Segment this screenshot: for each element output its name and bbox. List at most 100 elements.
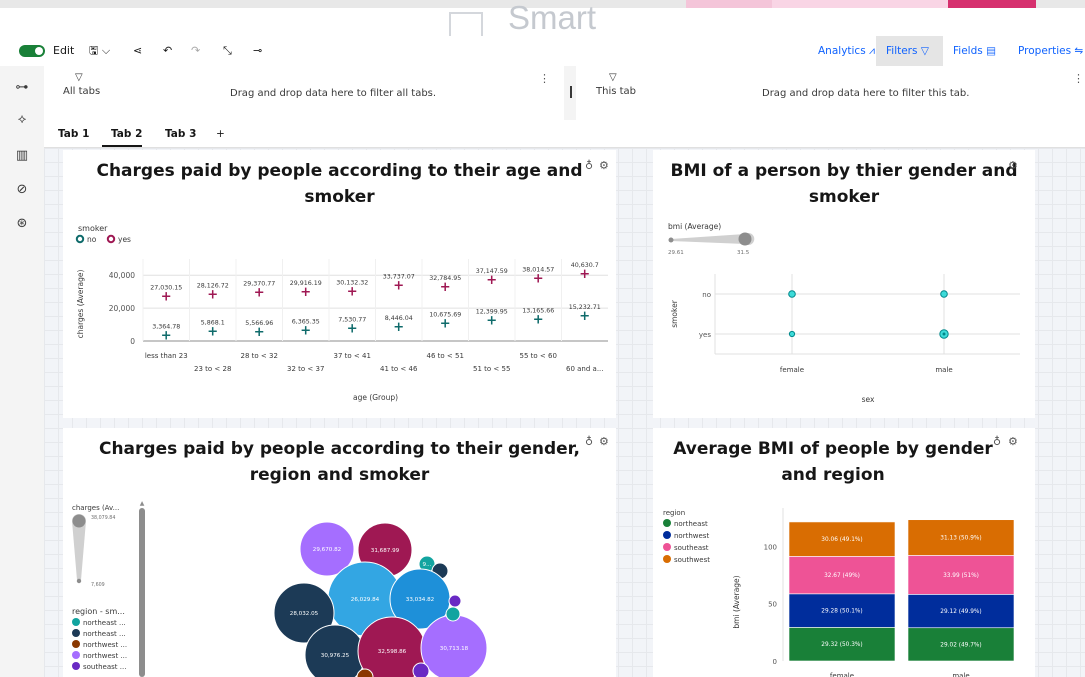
collapse-icon[interactable]: ⤡ [223,36,232,66]
data-point-no: + [254,325,265,340]
visualizations-icon[interactable]: ▥ [14,148,30,164]
bar-label-southeast: 33.99 (51%) [943,573,979,579]
x-tick-label: 37 to < 41 [334,352,371,360]
bubble-label: 28,032.05 [290,611,319,617]
data-point-yes: + [300,285,311,300]
left-sidebar: ⊶ ⟡ ▥ ⊘ ⊛ [0,66,44,677]
data-point-no: + [393,320,404,335]
y-axis-label: charges (Average) [76,270,85,339]
y-axis-label: smoker [670,299,679,327]
top-tab-2[interactable] [772,0,948,8]
redo-icon[interactable]: ↷ [191,36,200,66]
data-point-yes: + [207,288,218,303]
shapes-icon[interactable]: ⊛ [14,216,30,232]
bar-label-northwest: 29.28 (50.1%) [821,609,862,615]
data-tree-icon[interactable]: ⊶ [14,80,30,96]
analytics-icon: ⩘ [869,45,875,57]
filters-label: Filters [886,45,918,57]
bubble-label: 26,029.84 [351,597,380,603]
color-legend-title: region - sm... [72,607,125,616]
save-icon[interactable]: 🖫 ⌵ [89,36,110,66]
color-legend-label: southeast ... [83,663,126,671]
fields-label: Fields [953,45,983,57]
bubble-label: 33,034.82 [406,597,434,603]
y-tick-label: 40,000 [109,271,135,280]
edit-toggle[interactable] [19,45,45,57]
color-legend-label: northeast ... [83,619,126,627]
bubble-chart: charges (Av... 38,079.84 7,609 ▲ region - sm… [72,500,488,677]
bubble-label: 32,598.86 [378,649,407,655]
data-point-no: + [533,312,544,327]
tab-2[interactable]: Tab 2 [111,128,142,140]
insights-icon[interactable]: ⊘ [14,182,30,198]
this-tab-title: This tab [596,86,637,97]
filters-button[interactable]: Filters ▽ [886,36,929,66]
size-legend-min-label: 29.61 [668,250,684,256]
all-tabs-drop-hint: Drag and drop data here to filter all ta… [230,88,437,99]
legend-label-southeast: southeast [674,544,709,552]
color-legend-swatch [72,629,80,637]
y-tick-label: yes [699,331,711,339]
data-label-yes: 30,132.32 [336,279,368,286]
stacked-bar-chart: region northeast northwest southeast southwe… [663,508,1015,677]
tab-1[interactable]: Tab 1 [58,128,89,140]
scatter-point-center [942,332,946,336]
legend-label-southwest: southwest [674,556,710,564]
bubble [445,606,461,622]
legend-swatch-southwest [663,555,671,563]
top-tab-3[interactable] [948,0,1036,8]
add-tab-button[interactable]: + [216,128,225,140]
fields-button[interactable]: Fields ▤ [953,36,996,66]
data-point-no: + [579,309,590,324]
size-legend-min [668,237,674,243]
legend-swatch-no [75,234,85,244]
brand-logo-icon [449,12,483,36]
this-tab-filter-dropzone[interactable]: ▽ This tab Drag and drop data here to fi… [576,66,1085,120]
properties-icon: ⇋ [1074,45,1084,57]
properties-label: Properties [1018,45,1072,57]
pointer-icon[interactable]: ⊸ [253,36,262,66]
x-tick-label: female [830,672,854,677]
data-label-no: 15,232.71 [569,304,601,311]
x-tick-label: 28 to < 32 [241,352,278,360]
y-tick-label: no [702,291,711,299]
bar-label-southwest: 30.06 (49.1%) [821,537,862,543]
all-tabs-filter-dropzone[interactable]: ▽ All tabs Drag and drop data here to fi… [44,66,564,120]
x-tick-label: 60 and a... [566,365,604,373]
filter-icon: ▽ [75,72,83,83]
y-axis-label: bmi (Average) [732,575,741,628]
analytics-label: Analytics [818,45,866,57]
bubble-label: 31,687.99 [371,548,400,554]
resize-handle[interactable] [570,86,572,98]
x-tick-label: less than 23 [145,352,188,360]
chart-card-bmi-region[interactable]: Average BMI of people by gender and regi… [653,428,1035,677]
top-tab-1[interactable] [686,0,772,8]
brand-word: Smart [508,0,597,36]
chart-card-age-smoker[interactable]: Charges paid by people according to thei… [63,150,616,418]
legend-swatch-southeast [663,543,671,551]
x-tick-label: 51 to < 55 [473,365,510,373]
tab-3[interactable]: Tab 3 [165,128,196,140]
data-point-yes: + [440,280,451,295]
data-label-yes: 29,370.77 [243,281,275,288]
data-label-no: 5,566.96 [245,320,273,327]
legend-swatch-yes [106,234,116,244]
bar-label-southwest: 31.13 (50.9%) [940,536,981,542]
x-tick-label: 32 to < 37 [287,365,324,373]
share-icon[interactable]: ⋖ [133,36,142,66]
overflow-menu-icon[interactable]: ⋮ [539,72,550,85]
size-legend-max-label: 31.5 [737,250,750,256]
data-label-no: 12,399.95 [476,309,508,316]
x-tick-label: 55 to < 60 [520,352,557,360]
analytics-button[interactable]: Analytics ⩘ [818,36,875,66]
all-tabs-title: All tabs [63,86,101,97]
chart-card-bmi-gender[interactable]: BMI of a person by thier gender and smok… [653,150,1035,418]
chart-card-bubble-region[interactable]: Charges paid by people according to thei… [63,428,616,677]
properties-button[interactable]: Properties ⇋ [1018,36,1083,66]
undo-icon[interactable]: ↶ [163,36,172,66]
data-point-yes: + [347,284,358,299]
pin-icon[interactable]: ⟡ [14,112,30,128]
data-label-no: 6,365.35 [292,319,320,326]
y-tick-label: 20,000 [109,304,135,313]
overflow-menu-icon[interactable]: ⋮ [1073,72,1084,85]
